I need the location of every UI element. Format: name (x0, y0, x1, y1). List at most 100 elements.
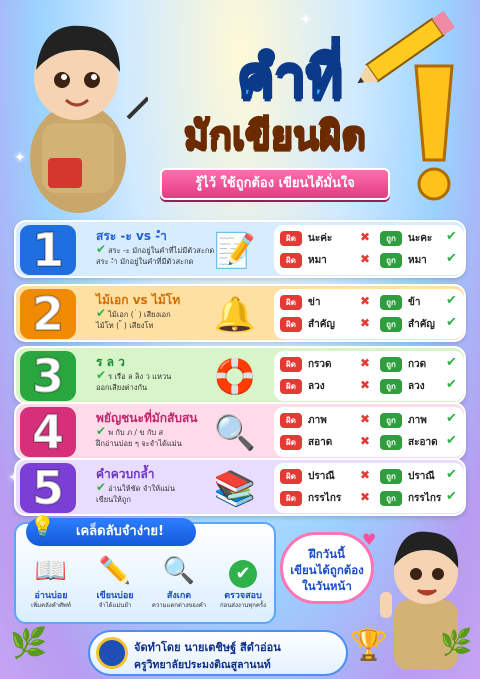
trophy-icon: 🏆 (350, 628, 388, 663)
page-title: คำที่ (236, 45, 345, 110)
rule-row: 5 คำควบกล้ำ ✔ อ่านให้ชัด จำให้แม่น เขียนให… (14, 458, 466, 516)
rule-row: 3 ร ล ว ✔ ร เรือ ล ลิง ว แหวน ออกเสียงต่าง… (14, 346, 466, 404)
check-icon: ✔ (446, 467, 457, 482)
correct-word: นะคะ (408, 233, 433, 244)
check-icon: ✔ (96, 424, 107, 438)
check-icon: ✔ (446, 433, 457, 448)
notepad-icon: 📝 (213, 231, 257, 271)
rule-desc-line: อ่านให้ชัด จำให้แม่น (108, 484, 175, 493)
correct-word: ปราณี (408, 471, 435, 482)
sparkle-icon: ✦ (300, 12, 312, 28)
word-pair: ผิด สำคัญ ✖ ถูก สำคัญ ✔ (280, 315, 460, 335)
wrong-tag: ผิด (280, 231, 302, 246)
tip-item: 🔍 สังเกต ความแตกต่างของคำ (148, 554, 210, 610)
wrong-word: ปราณี (308, 471, 335, 482)
rule-desc-line: เขียนให้ถูก (96, 495, 131, 504)
rule-desc-line: พ กับ ภ / ข กับ ส (108, 428, 164, 437)
wrong-tag: ผิด (280, 469, 302, 484)
check-icon: ✔ (96, 480, 107, 494)
rule-desc: ✔ ไม้เอก ( ่ ) เสียงเอก ไม้โท ( ้ ) เสียงโ… (96, 306, 171, 331)
tip-label: อ่านบ่อย (34, 591, 68, 601)
wrong-tag: ผิด (280, 295, 302, 310)
rule-row: 2 ไม้เอก vs ไม้โท ✔ ไม้เอก ( ่ ) เสียงเอก… (14, 284, 466, 342)
plant-icon: 🌿 (440, 628, 473, 658)
word-pair: ผิด สอาด ✖ ถูก สะอาด ✔ (280, 433, 460, 453)
correct-tag: ถูก (380, 469, 402, 484)
word-pairs: ผิด ข่า ✖ ถูก ข้า ✔ ผิด สำคัญ ✖ ถูก สำคั… (274, 289, 464, 339)
check-icon: ✔ (446, 377, 457, 392)
cross-icon: ✖ (360, 468, 371, 482)
plant-icon: 🌿 (10, 626, 48, 661)
correct-word: ข้า (408, 297, 421, 308)
wrong-word: ข่า (308, 297, 321, 308)
tip-item: ✏️ เขียนบ่อย จำได้แม่นยำ (84, 554, 146, 610)
wrong-word: นะค่ะ (308, 233, 333, 244)
word-pair: ผิด ปราณี ✖ ถูก ปราณี ✔ (280, 467, 460, 487)
cross-icon: ✖ (360, 316, 371, 330)
wrong-tag: ผิด (280, 413, 302, 428)
tip-item: 📖 อ่านบ่อย เพิ่มคลังคำศัพท์ (20, 554, 82, 610)
tip-label: สังเกต (166, 591, 192, 601)
footer-author: จัดทำโดย นายเตชิษฐ์ สีดำอ่อน (134, 641, 281, 654)
cross-icon: ✖ (360, 490, 371, 504)
check-icon: ✔ (212, 554, 274, 588)
books-icon: 📚 (213, 469, 257, 509)
footer-affiliation: ครูวิทยาลัยประมงติณสูลานนท์ (134, 659, 271, 671)
bubble-line: เขียนได้ถูกต้อง (290, 563, 364, 577)
rule-desc-line: ไม้เอก ( ่ ) เสียงเอก (108, 310, 171, 319)
wrong-tag: ผิด (280, 435, 302, 450)
heart-icon: ♥ (362, 530, 377, 549)
correct-tag: ถูก (380, 357, 402, 372)
rule-desc-line: สระ -ะ มักอยู่ในคำที่ไม่มีตัวสะกด (108, 246, 215, 255)
cross-icon: ✖ (360, 356, 371, 370)
wrong-tag: ผิด (280, 357, 302, 372)
footer-credit: จัดทำโดย นายเตชิษฐ์ สีดำอ่อน ครูวิทยาลัย… (88, 630, 348, 676)
subtitle-ribbon: รู้ไว้ ใช้ถูกต้อง เขียนได้มั่นใจ (160, 168, 390, 200)
correct-word: หมา (408, 255, 427, 266)
word-pair: ผิด ข่า ✖ ถูก ข้า ✔ (280, 293, 460, 313)
check-icon: ✔ (446, 251, 457, 266)
check-icon: ✔ (446, 355, 457, 370)
rule-desc: ✔ ร เรือ ล ลิง ว แหวน ออกเสียงต่างกัน (96, 369, 171, 393)
book-icon: 📖 (34, 556, 68, 586)
rule-desc: ✔ สระ -ะ มักอยู่ในคำที่ไม่มีตัวสะกด สระ -ำ… (96, 243, 215, 267)
check-icon: ✔ (96, 306, 107, 320)
correct-word: สำคัญ (408, 319, 435, 330)
correct-tag: ถูก (380, 253, 402, 268)
tip-desc: ความแตกต่างของคำ (151, 602, 207, 609)
page-title-line2: มักเขียนผิด (183, 112, 367, 158)
magnifier-icon: 🔍 (162, 556, 196, 586)
correct-word: ลวง (408, 381, 425, 392)
wrong-tag: ผิด (280, 491, 302, 506)
magnifier-icon: 🔍 (213, 413, 257, 453)
word-pairs: ผิด กรวด ✖ ถูก กวด ✔ ผิด ลวง ✖ ถูก ลวง ✔ (274, 351, 464, 401)
rule-desc-line: ออกเสียงต่างกัน (96, 383, 148, 392)
correct-tag: ถูก (380, 317, 402, 332)
wrong-tag: ผิด (280, 253, 302, 268)
correct-tag: ถูก (380, 491, 402, 506)
rule-row: 1 สระ -ะ vs -ำ ✔ สระ -ะ มักอยู่ในคำที่ไม่… (14, 220, 466, 278)
word-pairs: ผิด นะค่ะ ✖ ถูก นะคะ ✔ ผิด หมา ✖ ถูก หมา… (274, 225, 464, 275)
rule-row: 4 พยัญชนะที่มักสับสน ✔ พ กับ ภ / ข กับ สฝ… (14, 402, 466, 460)
bubble-line: ในวันหน้า (302, 579, 352, 593)
rule-desc: ✔ พ กับ ภ / ข กับ สฝึกอ่านบ่อย ๆ จะจำได้แ… (96, 424, 182, 449)
speech-bubble: ฝึกวันนี้ เขียนได้ถูกต้อง ในวันหน้า (280, 532, 374, 604)
rule-number: 2 (20, 288, 76, 340)
word-pair: ผิด ภาพ ✖ ถูก ภาพ ✔ (280, 411, 460, 431)
tip-item: ✔ ตรวจสอบ ก่อนส่งงานทุกครั้ง (212, 554, 274, 610)
tip-label: เขียนบ่อย (96, 591, 134, 601)
check-icon: ✔ (446, 229, 457, 244)
wrong-word: สอาด (308, 437, 333, 448)
rule-number: 5 (20, 462, 76, 514)
tip-desc: ก่อนส่งงานทุกครั้ง (219, 602, 267, 609)
wrong-word: ภาพ (308, 415, 327, 426)
wrong-word: กรรไกร (308, 493, 342, 504)
pencil-icon: ✏️ (98, 556, 132, 586)
cross-icon: ✖ (360, 294, 371, 308)
check-icon: ✔ (446, 293, 457, 308)
word-pair: ผิด หมา ✖ ถูก หมา ✔ (280, 251, 460, 271)
bubble-line: ฝึกวันนี้ (309, 547, 345, 561)
word-pair: ผิด ลวง ✖ ถูก ลวง ✔ (280, 377, 460, 397)
wrong-word: ลวง (308, 381, 325, 392)
tip-label: ตรวจสอบ (224, 591, 262, 601)
